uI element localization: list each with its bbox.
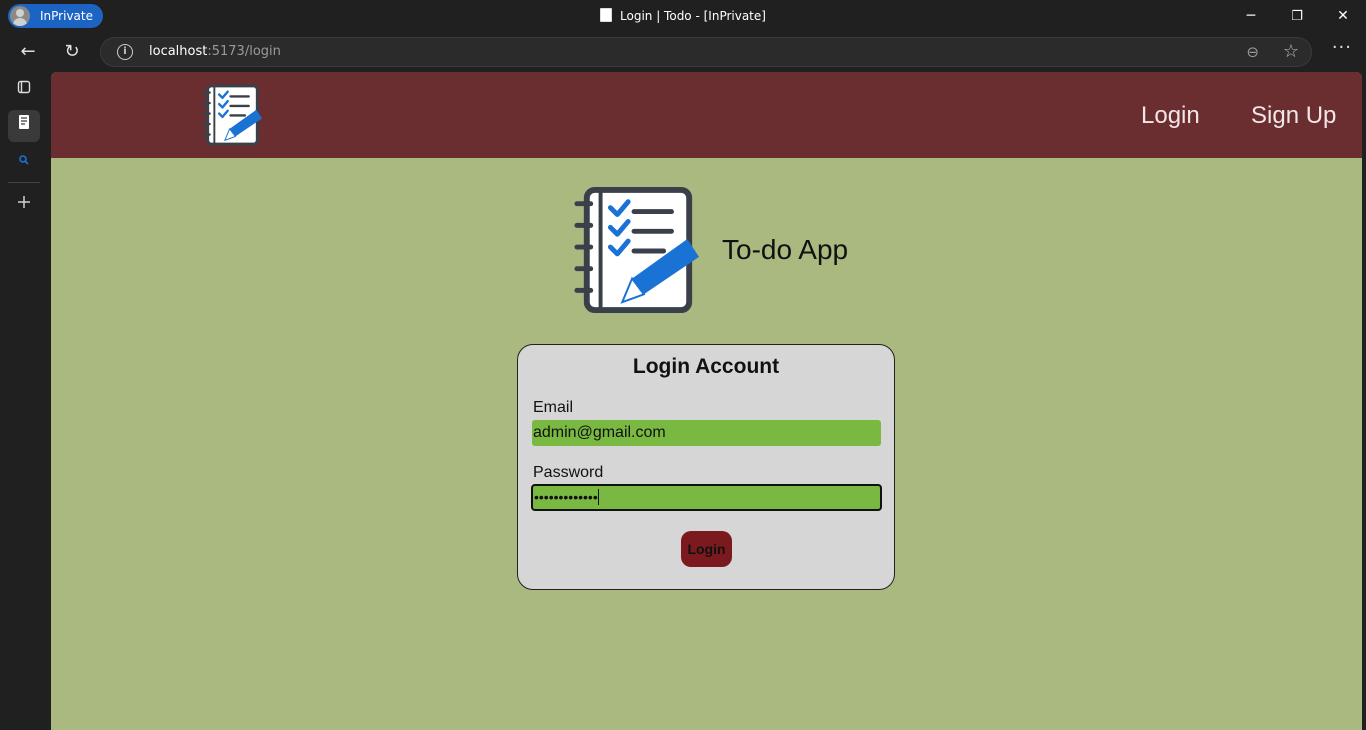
todo-logo-icon[interactable] (201, 81, 263, 149)
url-text[interactable]: localhost:5173/login (149, 38, 281, 66)
login-card-title: Login Account (632, 355, 780, 378)
app-header: Login Sign Up (51, 72, 1362, 158)
browser-toolbar: ← ↻ i localhost:5173/login ⊖ ☆ ··· (0, 33, 1366, 71)
page-tab-icon[interactable] (8, 110, 40, 142)
email-label: Email (533, 399, 574, 416)
minimize-button[interactable]: ─ (1228, 0, 1274, 33)
login-card: Login Account Email admin@gmail.com Pass… (517, 344, 895, 590)
password-label: Password (533, 464, 604, 481)
header-login-link[interactable]: Login (1141, 102, 1200, 130)
site-info-icon[interactable]: i (117, 44, 133, 60)
password-mask: ••••••••••••• (534, 489, 598, 505)
text-caret (597, 489, 599, 505)
app-title: To-do App (722, 234, 849, 265)
zoom-icon[interactable]: ⊖ (1246, 43, 1259, 61)
header-signup-link[interactable]: Sign Up (1251, 102, 1336, 130)
window-title: Login | Todo - [InPrivate] (0, 0, 1366, 33)
more-menu-button[interactable]: ··· (1332, 37, 1352, 58)
favorite-star-icon[interactable]: ☆ (1283, 41, 1299, 62)
tab-actions-icon[interactable] (8, 74, 40, 106)
url-path: :5173/login (207, 44, 281, 59)
close-window-button[interactable]: ✕ (1320, 0, 1366, 33)
add-icon[interactable] (8, 186, 40, 218)
login-submit-button[interactable]: Login (681, 531, 732, 567)
browser-title-bar: InPrivate Login | Todo - [InPrivate] ─ ❐… (0, 0, 1366, 33)
sidebar-divider (8, 182, 40, 183)
email-field[interactable]: admin@gmail.com (532, 420, 881, 446)
url-host: localhost (149, 44, 208, 59)
window-title-text: Login | Todo - [InPrivate] (620, 9, 766, 23)
search-icon[interactable] (8, 146, 40, 178)
password-field[interactable]: ••••••••••••• (531, 484, 882, 511)
restore-button[interactable]: ❐ (1274, 0, 1320, 33)
web-page: Login Sign Up To-do App Login Account Em… (51, 72, 1362, 730)
page-favicon-icon (600, 8, 613, 22)
vertical-tabs-sidebar (0, 71, 50, 730)
back-button[interactable]: ← (12, 37, 44, 67)
todo-brand-icon (574, 186, 700, 314)
reload-button[interactable]: ↻ (56, 37, 88, 67)
address-bar[interactable]: i localhost:5173/login ⊖ ☆ (100, 37, 1312, 67)
